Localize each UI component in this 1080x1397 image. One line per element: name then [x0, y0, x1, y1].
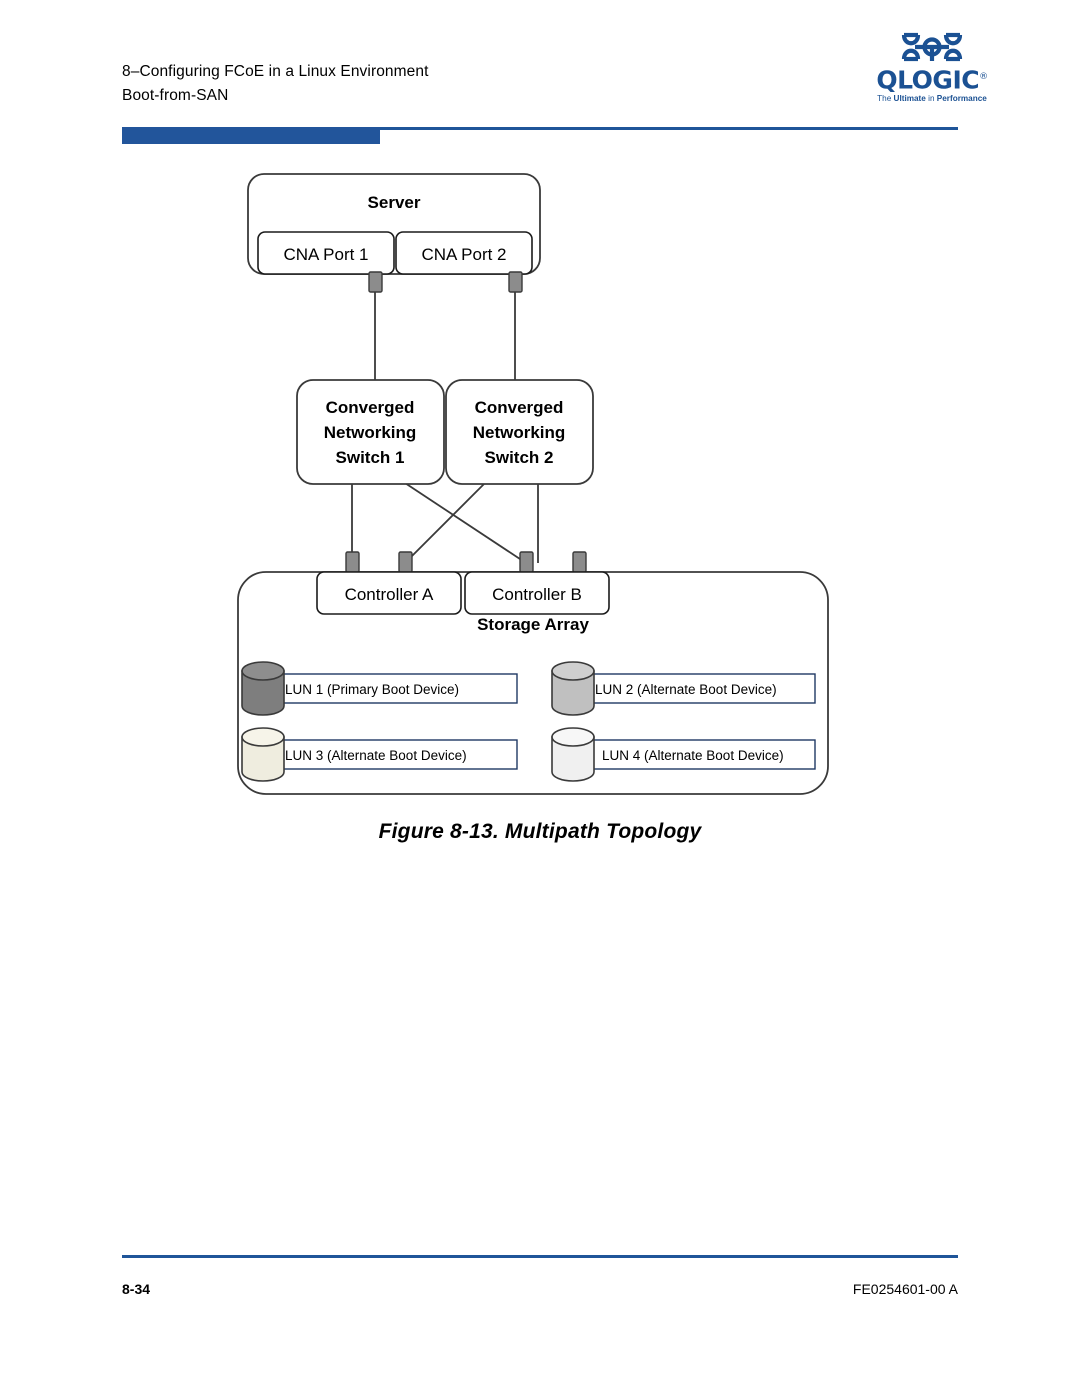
controller-a-node[interactable]: Controller A [316, 571, 462, 615]
page-header: 8–Configuring FCoE in a Linux Environmen… [0, 0, 1080, 150]
qlogic-wordmark-text: QLOGIC [876, 65, 980, 95]
tagline-mid: in [925, 94, 937, 104]
switch-1-node[interactable]: Converged Networking Switch 1 [296, 379, 445, 485]
switch-1-line-3: Switch 1 [336, 448, 405, 467]
connector-icon-controllerB-port1 [519, 551, 534, 573]
switch-2-line-3: Switch 2 [485, 448, 554, 467]
controller-a-label: Controller A [345, 585, 434, 604]
running-head-chapter: 8–Configuring FCoE in a Linux Environmen… [122, 63, 429, 80]
server-port-connectors [368, 271, 523, 293]
running-head: 8–Configuring FCoE in a Linux Environmen… [122, 60, 429, 108]
controller-b-node[interactable]: Controller B [464, 571, 610, 615]
tagline-pre: The [877, 94, 894, 104]
connector-icon-cnaport2 [508, 271, 523, 293]
connector-icon-controllerB-port2b [572, 551, 587, 573]
topology-diagram: .box { fill:#ffffff; stroke:#3a3a3a; str… [237, 173, 829, 795]
document-number: FE0254601-00 A [852, 1281, 958, 1297]
link-switch1-controllerB [404, 482, 527, 564]
qlogic-logo: QLOGIC® The Ultimate in Performance [872, 32, 992, 103]
page-footer: 8-34 FE0254601-00 A [0, 1255, 1080, 1345]
cna-port-2-label: CNA Port 2 [421, 245, 506, 264]
switch-2-line-2: Networking [473, 423, 566, 442]
switch-1-line-2: Networking [324, 423, 417, 442]
tagline-performance: Performance [936, 94, 987, 104]
connector-icon-controllerA-port2 [398, 551, 413, 573]
lun-2-label: LUN 2 (Alternate Boot Device) [595, 682, 777, 697]
figure-multipath-topology: .box { fill:#ffffff; stroke:#3a3a3a; str… [0, 168, 1080, 844]
footer-rule [122, 1255, 958, 1258]
cna-port-1-label: CNA Port 1 [283, 245, 368, 264]
storage-array-title: Storage Array [477, 615, 589, 634]
switch-2-line-1: Converged [475, 398, 564, 417]
switch-1-line-1: Converged [326, 398, 415, 417]
links-switches-to-controllers [351, 482, 539, 564]
qlogic-wordmark: QLOGIC® [876, 64, 988, 95]
server-node[interactable]: Server CNA Port 1 CNA Port 2 [247, 173, 541, 275]
qlogic-tagline: The Ultimate in Performance [872, 94, 992, 103]
lun-1-label: LUN 1 (Primary Boot Device) [285, 682, 459, 697]
connector-icon-cnaport1 [368, 271, 383, 293]
lun-1-disk-icon [241, 661, 285, 716]
server-title: Server [368, 193, 421, 212]
connector-icon-controllerA-port1 [345, 551, 360, 573]
running-head-section: Boot-from-SAN [122, 87, 229, 104]
controller-connectors [345, 551, 587, 573]
lun-3-label: LUN 3 (Alternate Boot Device) [285, 748, 467, 763]
controller-b-label: Controller B [492, 585, 582, 604]
lun-2-disk-icon [551, 661, 595, 716]
header-rule-thick [122, 127, 380, 144]
switch-2-node[interactable]: Converged Networking Switch 2 [445, 379, 594, 485]
registered-mark: ® [979, 72, 988, 82]
lun-4-disk-icon [551, 727, 595, 782]
tagline-ultimate: Ultimate [893, 94, 926, 104]
qlogic-mark-icon [901, 32, 963, 62]
link-switch2-controllerA [404, 482, 486, 564]
figure-caption: Figure 8-13. Multipath Topology [378, 820, 702, 843]
links-server-to-switches [374, 286, 516, 380]
lun-3-disk-icon [241, 727, 285, 782]
lun-4-label: LUN 4 (Alternate Boot Device) [602, 748, 784, 763]
